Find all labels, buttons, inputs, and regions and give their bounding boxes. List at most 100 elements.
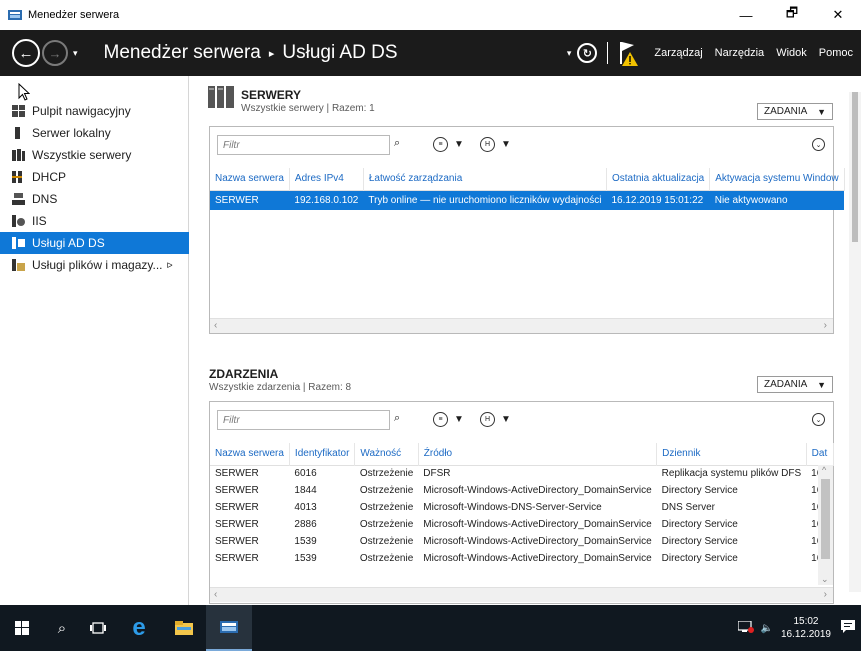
back-arrow-icon[interactable]: ← xyxy=(12,39,40,67)
windows-logo-icon xyxy=(15,621,29,635)
events-table: Nazwa serwera Identyfikator Ważność Źród… xyxy=(210,443,834,567)
title-bar: Menedżer serwera — 🗗 ✕ xyxy=(0,0,861,30)
column-header-server-name[interactable]: Nazwa serwera xyxy=(210,443,290,465)
menu-manage[interactable]: Zarządzaj xyxy=(654,47,702,59)
cell-source: Microsoft-Windows-ActiveDirectory_Domain… xyxy=(423,553,652,564)
cell-log: Directory Service xyxy=(661,485,738,496)
close-button[interactable]: ✕ xyxy=(815,0,861,30)
search-icon[interactable]: ⌕ xyxy=(394,412,400,425)
column-header-server-name[interactable]: Nazwa serwera xyxy=(210,168,290,190)
column-header-date[interactable]: Dat xyxy=(806,443,834,465)
main-vertical-scrollbar[interactable] xyxy=(849,92,861,592)
menu-help[interactable]: Pomoc xyxy=(819,47,853,59)
column-header-severity[interactable]: Ważność xyxy=(354,443,419,465)
servers-filter-input[interactable]: Filtr xyxy=(217,135,390,155)
sidebar-item-local-server[interactable]: Serwer lokalny xyxy=(0,122,189,144)
column-header-log[interactable]: Dziennik xyxy=(656,443,807,465)
task-view-icon[interactable] xyxy=(84,605,112,651)
servers-save-query-button[interactable]: H ▼ xyxy=(480,137,511,152)
sidebar-item-label: IIS xyxy=(32,214,47,228)
table-row[interactable]: SERWER 1844 Ostrzeżenie Microsoft-Window… xyxy=(210,482,833,499)
column-header-activation[interactable]: Aktywacja systemu Window xyxy=(709,168,845,190)
minimize-button[interactable]: — xyxy=(723,0,769,30)
action-center-icon[interactable] xyxy=(841,620,855,636)
refresh-icon[interactable]: ↻ xyxy=(577,43,598,63)
events-panel: Filtr ⌕ ≡ ▼ H ▼ ⌄ Nazwa serwera Identyfi… xyxy=(209,401,834,604)
sidebar-item-dhcp[interactable]: DHCP xyxy=(0,166,189,188)
sidebar-item-iis[interactable]: IIS xyxy=(0,210,189,232)
edge-browser-icon[interactable]: e xyxy=(124,605,154,651)
volume-icon[interactable]: 🔈 xyxy=(760,623,772,634)
servers-tasks-button[interactable]: ZADANIA ▼ xyxy=(757,103,833,120)
scroll-down-icon[interactable]: ⌄ xyxy=(821,574,829,585)
start-button[interactable] xyxy=(8,605,36,651)
events-horizontal-scrollbar[interactable]: ‹ › xyxy=(210,587,833,602)
server-manager-app-icon xyxy=(8,9,22,21)
cell-last-update: 16.12.2019 15:01:22 xyxy=(606,190,710,210)
refresh-dropdown-icon[interactable]: ▾ xyxy=(567,48,572,59)
cell-source: Microsoft-Windows-ActiveDirectory_Domain… xyxy=(423,485,652,496)
servers-list-options-button[interactable]: ≡ ▼ xyxy=(433,137,464,152)
sidebar-item-file-services[interactable]: Usługi plików i magazy... ᐅ xyxy=(0,254,189,276)
scroll-left-icon[interactable]: ‹ xyxy=(214,589,217,600)
servers-horizontal-scrollbar[interactable]: ‹ › xyxy=(210,318,833,333)
events-vertical-scrollbar[interactable]: ^ ⌄ xyxy=(818,465,833,585)
scroll-right-icon[interactable]: › xyxy=(824,589,827,600)
scroll-up-icon[interactable]: ^ xyxy=(822,465,826,475)
sidebar-item-dns[interactable]: DNS xyxy=(0,188,189,210)
expand-icon[interactable]: ⌄ xyxy=(812,138,825,151)
server-icon xyxy=(12,127,25,139)
clock[interactable]: 15:02 16.12.2019 xyxy=(781,615,831,641)
expand-arrow-icon[interactable]: ᐅ xyxy=(167,261,173,270)
table-row[interactable]: SERWER 1539 Ostrzeżenie Microsoft-Window… xyxy=(210,533,833,550)
column-header-last-update[interactable]: Ostatnia aktualizacja xyxy=(606,168,711,190)
cell-log: Directory Service xyxy=(661,519,738,530)
cell-severity: Ostrzeżenie xyxy=(359,519,414,530)
forward-arrow-icon[interactable]: → xyxy=(42,40,68,66)
search-icon[interactable]: ⌕ xyxy=(394,137,400,150)
table-row[interactable]: SERWER 2886 Ostrzeżenie Microsoft-Window… xyxy=(210,516,833,533)
table-row[interactable]: SERWER 192.168.0.102 Tryb online — nie u… xyxy=(210,190,845,210)
cell-severity: Ostrzeżenie xyxy=(359,485,414,496)
column-header-ipv4[interactable]: Adres IPv4 xyxy=(289,168,364,190)
events-tasks-button[interactable]: ZADANIA ▼ xyxy=(757,376,833,393)
events-list-options-button[interactable]: ≡ ▼ xyxy=(433,412,464,427)
cell-source: Microsoft-Windows-DNS-Server-Service xyxy=(423,502,602,513)
table-row[interactable]: SERWER 6016 Ostrzeżenie DFSR Replikacja … xyxy=(210,465,833,482)
maximize-button[interactable]: 🗗 xyxy=(769,0,815,30)
server-manager-taskbar-icon[interactable] xyxy=(206,605,252,651)
servers-section-subtitle: Wszystkie serwery | Razem: 1 xyxy=(241,103,375,114)
events-filter-input[interactable]: Filtr xyxy=(217,410,390,430)
scroll-left-icon[interactable]: ‹ xyxy=(214,320,217,331)
breadcrumb-root[interactable]: Menedżer serwera xyxy=(104,42,261,64)
cell-id: 1844 xyxy=(294,485,317,496)
column-header-manageability[interactable]: Łatwość zarządzania xyxy=(363,168,607,190)
menu-tools[interactable]: Narzędzia xyxy=(715,47,765,59)
scroll-right-icon[interactable]: › xyxy=(824,320,827,331)
sidebar-item-ad-ds[interactable]: Usługi AD DS xyxy=(0,232,189,254)
cell-severity: Ostrzeżenie xyxy=(359,536,414,547)
notifications-flag-icon[interactable] xyxy=(618,39,640,67)
tasks-dropdown-icon: ▼ xyxy=(817,106,826,117)
table-row[interactable]: SERWER 1539 Ostrzeżenie Microsoft-Window… xyxy=(210,550,833,567)
dropdown-icon: ▼ xyxy=(454,414,464,425)
events-save-query-button[interactable]: H ▼ xyxy=(480,412,511,427)
history-dropdown-icon[interactable]: ▾ xyxy=(73,48,78,59)
expand-icon[interactable]: ⌄ xyxy=(812,413,825,426)
servers-panel: Filtr ⌕ ≡ ▼ H ▼ ⌄ Nazwa serwera Adres IP… xyxy=(209,126,845,334)
divider xyxy=(607,42,609,64)
cell-server-name: SERWER xyxy=(210,190,290,210)
sidebar-item-all-servers[interactable]: Wszystkie serwery xyxy=(0,144,189,166)
menu-view[interactable]: Widok xyxy=(776,47,807,59)
table-row[interactable]: SERWER 4013 Ostrzeżenie Microsoft-Window… xyxy=(210,499,833,516)
scrollbar-thumb[interactable] xyxy=(852,92,858,242)
column-header-source[interactable]: Źródło xyxy=(418,443,658,465)
scrollbar-thumb[interactable] xyxy=(821,479,830,559)
search-icon[interactable]: ⌕ xyxy=(48,605,76,651)
column-header-id[interactable]: Identyfikator xyxy=(289,443,356,465)
file-explorer-icon[interactable] xyxy=(170,605,198,651)
sidebar-item-dashboard[interactable]: Pulpit nawigacyjny xyxy=(0,100,189,122)
servers-section-title: SERWERY xyxy=(241,88,302,102)
clock-date: 16.12.2019 xyxy=(780,629,831,640)
network-icon[interactable] xyxy=(737,619,755,636)
